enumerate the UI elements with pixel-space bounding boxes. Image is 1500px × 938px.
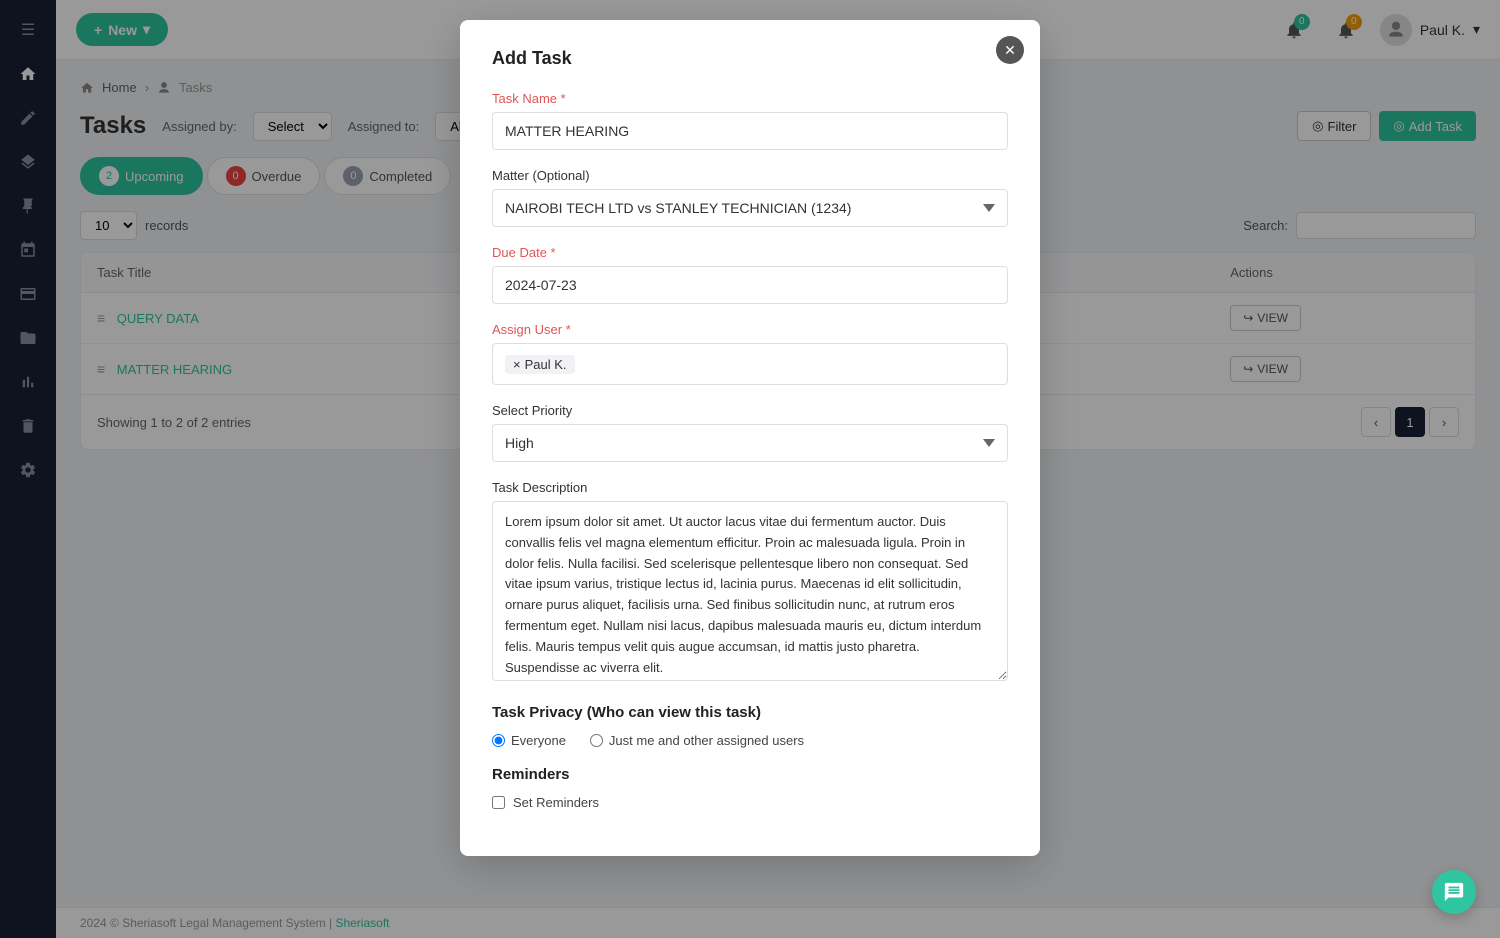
assign-user-tag-input[interactable]: × Paul K. bbox=[492, 343, 1008, 385]
assign-user-label: Assign User * bbox=[492, 322, 1008, 337]
reminders-title: Reminders bbox=[492, 766, 1008, 783]
privacy-everyone-label[interactable]: Everyone bbox=[492, 733, 566, 748]
assign-user-group: Assign User * × Paul K. bbox=[492, 322, 1008, 385]
due-date-label: Due Date * bbox=[492, 245, 1008, 260]
matter-label: Matter (Optional) bbox=[492, 168, 1008, 183]
set-reminders-label[interactable]: Set Reminders bbox=[492, 795, 1008, 810]
priority-group: Select Priority High Medium Low bbox=[492, 403, 1008, 462]
tag-remove-icon[interactable]: × bbox=[513, 357, 521, 372]
set-reminders-checkbox[interactable] bbox=[492, 796, 505, 809]
priority-select[interactable]: High Medium Low bbox=[492, 424, 1008, 462]
modal-close-button[interactable]: ✕ bbox=[996, 36, 1024, 64]
matter-group: Matter (Optional) NAIROBI TECH LTD vs ST… bbox=[492, 168, 1008, 227]
description-textarea[interactable]: Lorem ipsum dolor sit amet. Ut auctor la… bbox=[492, 501, 1008, 681]
description-group: Task Description Lorem ipsum dolor sit a… bbox=[492, 480, 1008, 686]
task-name-input[interactable] bbox=[492, 112, 1008, 150]
privacy-everyone-radio[interactable] bbox=[492, 734, 505, 747]
user-tag: × Paul K. bbox=[505, 355, 575, 374]
due-date-group: Due Date * bbox=[492, 245, 1008, 304]
tag-label: Paul K. bbox=[525, 357, 567, 372]
task-name-group: Task Name * bbox=[492, 91, 1008, 150]
add-task-modal: Add Task ✕ Task Name * Matter (Optional)… bbox=[460, 20, 1040, 856]
priority-label: Select Priority bbox=[492, 403, 1008, 418]
privacy-title: Task Privacy (Who can view this task) bbox=[492, 704, 1008, 721]
matter-select[interactable]: NAIROBI TECH LTD vs STANLEY TECHNICIAN (… bbox=[492, 189, 1008, 227]
task-name-label: Task Name * bbox=[492, 91, 1008, 106]
privacy-group: Task Privacy (Who can view this task) Ev… bbox=[492, 704, 1008, 748]
privacy-just-me-label[interactable]: Just me and other assigned users bbox=[590, 733, 804, 748]
description-label: Task Description bbox=[492, 480, 1008, 495]
due-date-input[interactable] bbox=[492, 266, 1008, 304]
modal-title: Add Task bbox=[492, 48, 1008, 69]
modal-overlay: Add Task ✕ Task Name * Matter (Optional)… bbox=[0, 0, 1500, 938]
reminders-group: Reminders Set Reminders bbox=[492, 766, 1008, 810]
privacy-just-me-radio[interactable] bbox=[590, 734, 603, 747]
chat-bubble-button[interactable] bbox=[1432, 870, 1476, 914]
privacy-radio-group: Everyone Just me and other assigned user… bbox=[492, 733, 1008, 748]
